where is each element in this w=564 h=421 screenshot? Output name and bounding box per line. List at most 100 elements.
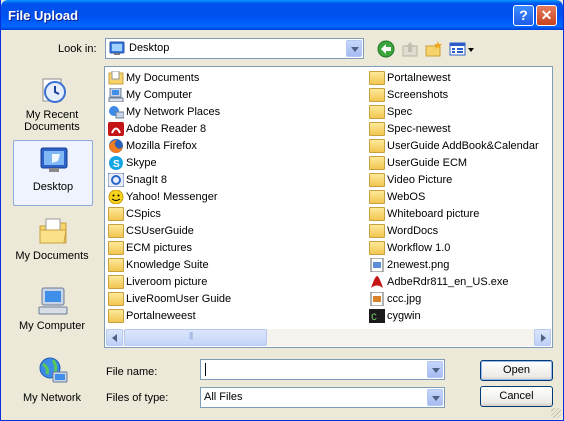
file-name: Workflow 1.0	[387, 242, 451, 254]
place-recent-documents[interactable]: My Recent Documents	[13, 71, 93, 137]
folder-icon	[108, 224, 124, 238]
file-name: 2newest.png	[387, 259, 450, 271]
file-name-label: File name:	[106, 366, 158, 378]
file-name: LiveRoomUser Guide	[126, 293, 232, 305]
recent-documents-icon	[42, 78, 66, 103]
place-label: My Documents	[15, 250, 89, 262]
my-network-icon	[39, 357, 68, 383]
folder-icon	[369, 105, 385, 119]
skype-icon: S	[109, 156, 123, 170]
file-name: Screenshots	[387, 89, 449, 101]
file-name: CSpics	[126, 208, 161, 220]
file-name: Knowledge Suite	[126, 259, 209, 271]
place-desktop[interactable]: Desktop	[13, 140, 93, 206]
file-name-input[interactable]	[200, 359, 445, 380]
file-name: WebOS	[387, 191, 426, 203]
folder-icon	[369, 190, 385, 204]
files-of-type-dropdown[interactable]: All Files	[200, 387, 445, 408]
folder-icon	[108, 241, 124, 255]
my-documents-icon	[39, 218, 67, 244]
file-name: Adobe Reader 8	[126, 123, 207, 135]
back-icon[interactable]	[377, 40, 395, 58]
file-name: Portalneweest	[126, 310, 196, 322]
file-name: My Network Places	[126, 106, 221, 118]
desktop-icon	[109, 41, 125, 55]
folder-icon	[369, 241, 385, 255]
folder-icon	[369, 207, 385, 221]
chevron-down-icon[interactable]	[427, 361, 443, 378]
place-label: My Recent Documents	[24, 109, 80, 133]
up-folder-icon[interactable]	[401, 40, 419, 58]
file-name: UserGuide AddBook&Calendar	[387, 140, 539, 152]
look-in-value: Desktop	[129, 42, 170, 54]
file-name: My Documents	[126, 72, 200, 84]
folder-icon	[108, 292, 124, 306]
place-label: My Network	[22, 392, 82, 404]
file-name: ECM pictures	[126, 242, 193, 254]
look-in-label: Look in:	[58, 43, 97, 55]
files-of-type-value: All Files	[204, 391, 243, 403]
folder-icon	[369, 156, 385, 170]
place-my-documents[interactable]: My Documents	[13, 212, 93, 278]
file-name: Portalnewest	[387, 72, 451, 84]
file-name: cygwin	[387, 310, 421, 322]
file-upload-dialog: File Upload ? ✕ Look in: Desktop My Rece…	[0, 0, 564, 421]
folder-icon	[369, 122, 385, 136]
my-computer-icon	[108, 88, 124, 102]
my-documents-icon	[108, 71, 124, 85]
file-list[interactable]: My Documents My Computer My Network Plac…	[104, 66, 553, 348]
cancel-button[interactable]: Cancel	[480, 386, 553, 407]
folder-icon	[369, 139, 385, 153]
file-name: UserGuide ECM	[387, 157, 468, 169]
file-name: Skype	[126, 157, 157, 169]
place-label: Desktop	[32, 181, 74, 193]
scroll-thumb[interactable]	[124, 329, 267, 346]
file-name: My Computer	[126, 89, 193, 101]
folder-icon	[369, 88, 385, 102]
folder-icon	[369, 224, 385, 238]
file-name: Video Picture	[387, 174, 453, 186]
place-my-network[interactable]: My Network	[13, 352, 93, 418]
file-name: Yahoo! Messenger	[126, 191, 218, 203]
file-name: Whiteboard picture	[387, 208, 480, 220]
svg-text:S: S	[113, 159, 120, 170]
open-button[interactable]: Open	[480, 360, 553, 381]
file-name: CSUserGuide	[126, 225, 194, 237]
firefox-icon	[109, 139, 123, 153]
scroll-left-button[interactable]	[106, 329, 123, 346]
help-button[interactable]: ?	[513, 5, 534, 26]
place-my-computer[interactable]: My Computer	[13, 282, 93, 348]
desktop-icon	[40, 147, 68, 172]
folder-icon	[369, 173, 385, 187]
folder-icon	[108, 309, 124, 323]
resize-grip[interactable]	[551, 408, 561, 418]
look-in-dropdown[interactable]: Desktop	[105, 38, 364, 59]
view-menu-icon[interactable]	[449, 40, 475, 58]
folder-icon	[108, 258, 124, 272]
adobe-reader-icon	[108, 122, 124, 136]
text-cursor	[205, 363, 206, 376]
file-name: SnagIt 8	[126, 174, 167, 186]
horizontal-scrollbar[interactable]	[106, 329, 551, 346]
title-bar[interactable]: File Upload ? ✕	[1, 0, 563, 30]
chevron-down-icon[interactable]	[346, 40, 362, 57]
network-places-icon	[109, 106, 124, 119]
files-of-type-label: Files of type:	[106, 392, 169, 404]
snagit-icon	[108, 173, 124, 187]
new-folder-icon[interactable]	[425, 40, 443, 58]
jpg-file-icon	[370, 292, 384, 306]
yahoo-messenger-icon	[108, 190, 124, 204]
file-name: Mozilla Firefox	[126, 140, 197, 152]
file-name: Spec-newest	[387, 123, 451, 135]
chevron-down-icon[interactable]	[427, 389, 443, 406]
window-title: File Upload	[8, 8, 79, 23]
close-button[interactable]: ✕	[536, 5, 557, 26]
file-name: ccc.jpg	[387, 293, 422, 305]
file-name: WordDocs	[387, 225, 439, 237]
file-name: Liveroom picture	[126, 276, 208, 288]
scroll-right-button[interactable]	[534, 329, 551, 346]
place-label: My Computer	[18, 320, 86, 332]
file-name: AdbeRdr811_en_US.exe	[387, 276, 509, 288]
png-file-icon	[370, 258, 384, 272]
svg-text:C: C	[371, 313, 377, 323]
